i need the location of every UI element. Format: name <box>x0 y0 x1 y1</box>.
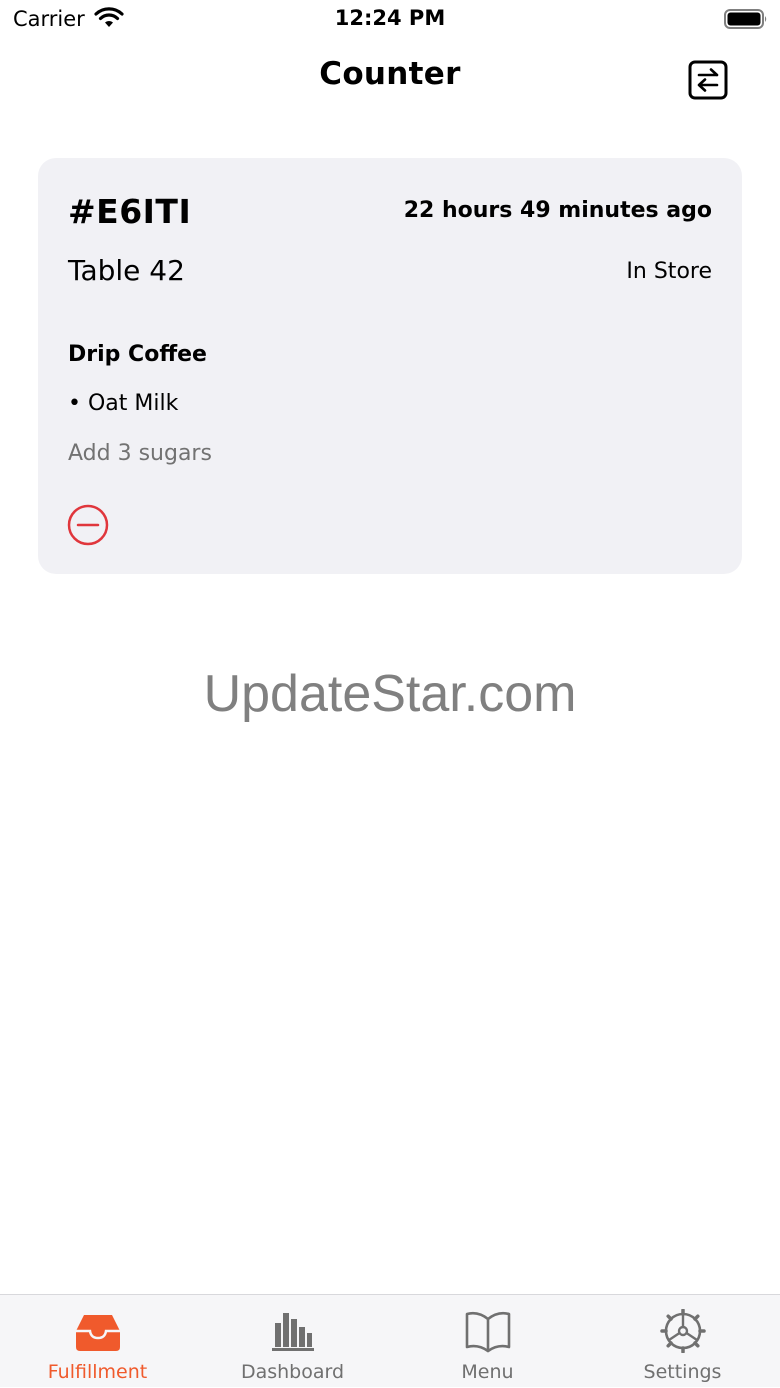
tab-label-menu: Menu <box>461 1361 514 1383</box>
order-id: #E6ITI <box>68 192 192 231</box>
minus-circle-icon[interactable] <box>66 503 110 547</box>
tab-label-fulfillment: Fulfillment <box>47 1361 148 1383</box>
order-type: In Store <box>626 259 712 284</box>
tab-menu[interactable]: Menu <box>390 1295 585 1388</box>
inbox-tray-icon <box>76 1315 120 1351</box>
bar-chart-icon <box>272 1313 314 1351</box>
tab-label-dashboard: Dashboard <box>240 1361 345 1383</box>
swap-arrows-icon[interactable] <box>688 60 728 100</box>
status-bar: Carrier 12:24 PM <box>0 0 780 40</box>
tab-dashboard[interactable]: Dashboard <box>195 1295 390 1388</box>
tab-settings[interactable]: Settings <box>585 1295 780 1388</box>
item-modifier: • Oat Milk <box>68 391 179 416</box>
item-note: Add 3 sugars <box>68 441 212 466</box>
book-icon <box>465 1311 511 1353</box>
item-name: Drip Coffee <box>68 342 207 367</box>
watermark-text: UpdateStar.com <box>203 665 577 723</box>
order-time-ago: 22 hours 49 minutes ago <box>403 198 712 223</box>
gear-icon <box>660 1309 706 1353</box>
tab-label-settings: Settings <box>643 1361 722 1383</box>
status-time: 12:24 PM <box>334 6 446 30</box>
order-table: Table 42 <box>68 254 185 287</box>
order-card[interactable]: #E6ITI 22 hours 49 minutes ago Table 42 … <box>38 158 742 574</box>
tab-fulfillment[interactable]: Fulfillment <box>0 1295 195 1388</box>
battery-icon <box>724 9 767 29</box>
page-title: Counter <box>319 56 461 92</box>
tab-bar: Fulfillment Dashboard Menu Settings <box>0 1294 780 1387</box>
